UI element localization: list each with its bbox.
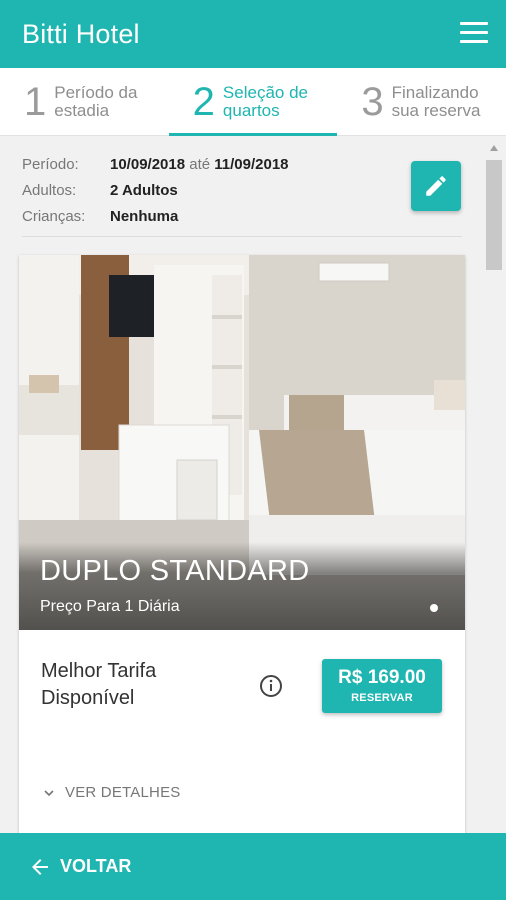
chevron-down-icon bbox=[44, 789, 54, 796]
step-finish[interactable]: 3 Finalizando sua reserva bbox=[337, 68, 506, 135]
summary-row-children: Crianças: Nenhuma bbox=[22, 203, 462, 229]
room-name: DUPLO STANDARD bbox=[40, 555, 310, 587]
period-label: Período: bbox=[22, 155, 79, 173]
step-label: Finalizando sua reserva bbox=[391, 82, 481, 120]
app-header: Bitti Hotel bbox=[0, 0, 506, 68]
stay-summary: Período: 10/09/2018 até 11/09/2018 Adult… bbox=[22, 151, 462, 229]
booking-steps: 1 Período da estadia 2 Seleção de quartos … bbox=[0, 68, 506, 136]
book-label: RESERVAR bbox=[351, 692, 413, 704]
step-number: 2 bbox=[192, 79, 215, 124]
step-number: 1 bbox=[24, 79, 47, 124]
content-area[interactable]: Período: 10/09/2018 até 11/09/2018 Adult… bbox=[0, 137, 506, 833]
details-label: VER DETALHES bbox=[65, 784, 181, 801]
rate-name-line2: Disponível bbox=[41, 687, 135, 709]
step-rooms[interactable]: 2 Seleção de quartos bbox=[168, 68, 338, 136]
book-button[interactable]: R$ 169.00 RESERVAR bbox=[322, 659, 442, 713]
adults-value: 2 Adultos bbox=[110, 181, 178, 199]
rate-name-line1: Melhor Tarifa bbox=[41, 660, 157, 682]
period-value: 10/09/2018 até 11/09/2018 bbox=[110, 156, 289, 173]
arrow-left-icon bbox=[32, 858, 48, 875]
rate-name: Melhor Tarifa Disponível bbox=[41, 658, 241, 712]
step-label-line2: quartos bbox=[222, 100, 280, 120]
step-label-line1: Período da bbox=[54, 82, 138, 102]
step-label-line1: Seleção de bbox=[222, 82, 308, 102]
step-label-line2: sua reserva bbox=[391, 100, 481, 120]
scroll-up-icon[interactable] bbox=[489, 143, 499, 153]
carousel-dot[interactable] bbox=[430, 604, 438, 612]
children-label: Crianças: bbox=[22, 207, 86, 225]
menu-icon[interactable] bbox=[460, 22, 488, 44]
period-to: 11/09/2018 bbox=[214, 155, 289, 173]
step-period[interactable]: 1 Período da estadia bbox=[0, 68, 169, 135]
edit-button[interactable] bbox=[411, 161, 461, 211]
details-toggle[interactable]: VER DETALHES bbox=[41, 784, 181, 801]
step-label-line1: Finalizando bbox=[391, 82, 479, 102]
divider bbox=[22, 236, 462, 237]
edit-pencil-icon bbox=[426, 176, 446, 196]
info-icon[interactable] bbox=[259, 674, 283, 698]
summary-row-adults: Adultos: 2 Adultos bbox=[22, 177, 462, 203]
room-photo[interactable]: DUPLO STANDARD Preço Para 1 Diária bbox=[19, 255, 465, 630]
period-from: 10/09/2018 bbox=[110, 155, 186, 173]
children-value: Nenhuma bbox=[110, 207, 179, 225]
step-number: 3 bbox=[361, 79, 384, 124]
room-card: DUPLO STANDARD Preço Para 1 Diária Melho… bbox=[19, 255, 465, 833]
back-button[interactable]: VOLTAR bbox=[28, 855, 131, 879]
room-price-basis: Preço Para 1 Diária bbox=[40, 598, 180, 615]
app-title: Bitti Hotel bbox=[22, 18, 140, 49]
back-label: VOLTAR bbox=[60, 856, 132, 876]
period-sep: até bbox=[189, 155, 211, 173]
step-label: Período da estadia bbox=[54, 82, 138, 120]
summary-row-period: Período: 10/09/2018 até 11/09/2018 bbox=[22, 151, 462, 177]
room-price: R$ 169.00 bbox=[338, 667, 426, 688]
footer-bar: VOLTAR bbox=[0, 833, 506, 900]
adults-label: Adultos: bbox=[22, 181, 77, 199]
step-label: Seleção de quartos bbox=[222, 82, 308, 120]
scrollbar-thumb[interactable] bbox=[486, 160, 502, 270]
app-screen: Bitti Hotel 1 Período da estadia 2 Seleçã… bbox=[0, 0, 506, 900]
step-label-line2: estadia bbox=[54, 100, 110, 120]
